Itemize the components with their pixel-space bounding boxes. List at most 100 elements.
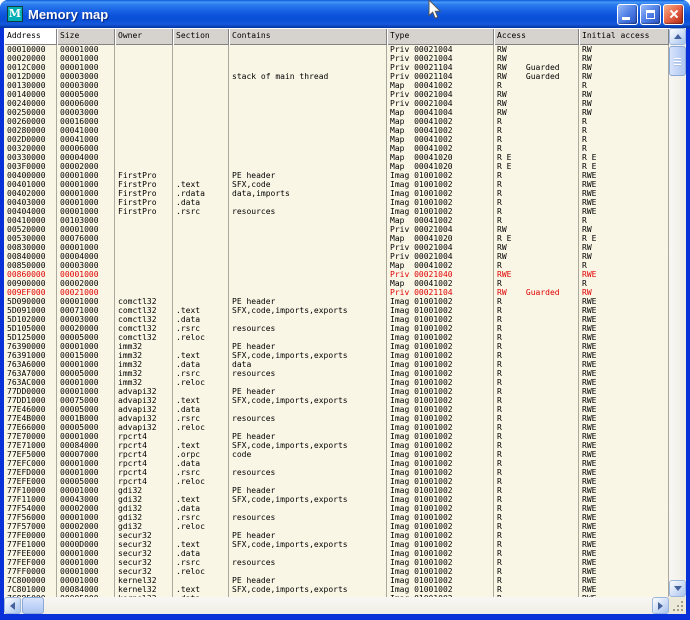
scroll-down-button[interactable] <box>669 580 686 597</box>
table-row[interactable]: 0040400000001000FirstPro.rsrcresourcesIm… <box>4 207 669 216</box>
column-header-initial_access[interactable]: Initial access <box>579 28 669 45</box>
horizontal-scrollbar[interactable] <box>4 597 669 614</box>
table-row[interactable]: 0040100000001000FirstPro.textSFX,codeIma… <box>4 180 669 189</box>
cell-section: .data <box>173 315 229 324</box>
table-row[interactable]: 0014000000005000Priv 00021004RWRW <box>4 90 669 99</box>
table-row[interactable]: 0053000000076000Map 00041020R ER E <box>4 234 669 243</box>
column-header-access[interactable]: Access <box>494 28 579 45</box>
table-row[interactable]: 77F5600000001000gdi32.rsrcresourcesImag … <box>4 513 669 522</box>
table-row[interactable]: 77EFE00000005000rpcrt4.relocImag 0100100… <box>4 477 669 486</box>
column-header-row: AddressSizeOwnerSectionContainsTypeAcces… <box>4 28 669 45</box>
table-row[interactable]: 0086000000001000Priv 00021040RWERWE <box>4 270 669 279</box>
table-row[interactable]: 7639000000001000imm32PE headerImag 01001… <box>4 342 669 351</box>
table-row[interactable]: 0084000000004000Priv 00021004RWRW <box>4 252 669 261</box>
table-row[interactable]: 77FEF00000001000secur32.rsrcresourcesIma… <box>4 558 669 567</box>
table-row[interactable]: 0033000000004000Map 00041020R ER E <box>4 153 669 162</box>
table-row[interactable]: 0001000000001000Priv 00021004RWRW <box>4 45 669 54</box>
scroll-up-button[interactable] <box>669 28 686 45</box>
table-row[interactable]: 0040000000001000FirstProPE headerImag 01… <box>4 171 669 180</box>
table-row[interactable]: 002D000000041000Map 00041002RR <box>4 135 669 144</box>
cell-contains <box>229 234 387 243</box>
table-row[interactable]: 0083000000001000Priv 00021004RWRW <box>4 243 669 252</box>
cell-size: 00002000 <box>57 162 115 171</box>
table-row[interactable]: 77FEE00000001000secur32.dataImag 0100100… <box>4 549 669 558</box>
table-row[interactable]: 77EFD00000001000rpcrt4.rsrcresourcesImag… <box>4 468 669 477</box>
table-row[interactable]: 77E4600000005000advapi32.dataImag 010010… <box>4 405 669 414</box>
table-row[interactable]: 0028000000041000Map 00041002RR <box>4 126 669 135</box>
resize-grip[interactable] <box>669 597 686 614</box>
table-row[interactable]: 0041000000103000Map 00041002RR <box>4 216 669 225</box>
table-row[interactable]: 0025000000003000Map 00041004RWRW <box>4 108 669 117</box>
table-row[interactable]: 763A700000005000imm32.rsrcresourcesImag … <box>4 369 669 378</box>
cell-type: Imag 01001002 <box>387 513 494 522</box>
cell-initial_access: RWE <box>579 441 669 450</box>
table-row[interactable]: 0040200000001000FirstPro.rdatadata,impor… <box>4 189 669 198</box>
cell-size: 00001000 <box>57 180 115 189</box>
cell-owner: secur32 <box>115 549 173 558</box>
cell-access: R <box>494 468 579 477</box>
table-row[interactable]: 77F1100000043000gdi32.textSFX,code,impor… <box>4 495 669 504</box>
table-row[interactable]: 0013000000003000Map 00041002RR <box>4 81 669 90</box>
cell-initial_access: RW <box>579 54 669 63</box>
table-row[interactable]: 0032000000006000Map 00041002RR <box>4 144 669 153</box>
column-header-type[interactable]: Type <box>387 28 494 45</box>
table-row[interactable]: 763A600000001000imm32.datadataImag 01001… <box>4 360 669 369</box>
table-row[interactable]: 77DD100000075000advapi32.textSFX,code,im… <box>4 396 669 405</box>
column-header-owner[interactable]: Owner <box>115 28 173 45</box>
vertical-scroll-thumb[interactable] <box>669 46 686 76</box>
table-row[interactable]: 7C80000000001000kernel32PE headerImag 01… <box>4 576 669 585</box>
table-row[interactable]: 0090000000002000Map 00041002RR <box>4 279 669 288</box>
table-row[interactable]: 77EF500000007000rpcrt4.orpccodeImag 0100… <box>4 450 669 459</box>
column-header-section[interactable]: Section <box>173 28 229 45</box>
table-row[interactable]: 77F5700000002000gdi32.relocImag 01001002… <box>4 522 669 531</box>
titlebar[interactable]: M Memory map <box>0 0 690 28</box>
table-row[interactable]: 5D12500000005000comctl32.relocImag 01001… <box>4 333 669 342</box>
table-row[interactable]: 77FE000000001000secur32PE headerImag 010… <box>4 531 669 540</box>
table-row[interactable]: 77F1000000001000gdi32PE headerImag 01001… <box>4 486 669 495</box>
cell-type: Imag 01001002 <box>387 324 494 333</box>
chevron-right-icon <box>658 602 663 610</box>
horizontal-scroll-thumb[interactable] <box>22 597 44 614</box>
table-row[interactable]: 009EF00000021000Priv 00021104RW GuardedR… <box>4 288 669 297</box>
table-row[interactable]: 0002000000001000Priv 00021004RWRW <box>4 54 669 63</box>
table-row[interactable]: 77E7000000001000rpcrt4PE headerImag 0100… <box>4 432 669 441</box>
column-header-contains[interactable]: Contains <box>229 28 387 45</box>
table-row[interactable]: 003F000000002000Map 00041020R ER E <box>4 162 669 171</box>
table-row[interactable]: 0040300000001000FirstPro.dataImag 010010… <box>4 198 669 207</box>
table-row[interactable]: 5D09100000071000comctl32.textSFX,code,im… <box>4 306 669 315</box>
scroll-left-button[interactable] <box>4 597 21 614</box>
table-row[interactable]: 77DD000000001000advapi32PE headerImag 01… <box>4 387 669 396</box>
table-row[interactable]: 77E7100000084000rpcrt4.textSFX,code,impo… <box>4 441 669 450</box>
table-row[interactable]: 77EFC00000001000rpcrt4.dataImag 01001002… <box>4 459 669 468</box>
table-row[interactable]: 0024000000006000Priv 00021004RWRW <box>4 99 669 108</box>
cell-address: 77FEE000 <box>4 549 57 558</box>
table-row[interactable]: 77FF000000001000secur32.relocImag 010010… <box>4 567 669 576</box>
cell-type: Imag 01001002 <box>387 432 494 441</box>
table-row[interactable]: 77E6600000005000advapi32.relocImag 01001… <box>4 423 669 432</box>
column-header-size[interactable]: Size <box>57 28 115 45</box>
table-row[interactable]: 0085000000003000Map 00041002RR <box>4 261 669 270</box>
maximize-button[interactable] <box>640 4 661 25</box>
close-button[interactable] <box>663 4 684 25</box>
column-header-address[interactable]: Address <box>4 28 57 45</box>
table-row[interactable]: 77E4B0000001B000advapi32.rsrcresourcesIm… <box>4 414 669 423</box>
table-row[interactable]: 5D09000000001000comctl32PE headerImag 01… <box>4 297 669 306</box>
table-row[interactable]: 763AC00000001000imm32.relocImag 01001002… <box>4 378 669 387</box>
table-row[interactable]: 77F5400000002000gdi32.dataImag 01001002R… <box>4 504 669 513</box>
table-row[interactable]: 0012C00000001000Priv 00021104RW GuardedR… <box>4 63 669 72</box>
cell-owner: advapi32 <box>115 423 173 432</box>
table-row[interactable]: 7639100000015000imm32.textSFX,code,impor… <box>4 351 669 360</box>
table-row[interactable]: 0026000000016000Map 00041002RR <box>4 117 669 126</box>
table-row[interactable]: 7C80100000084000kernel32.textSFX,code,im… <box>4 585 669 594</box>
scroll-right-button[interactable] <box>652 597 669 614</box>
cell-type: Imag 01001002 <box>387 522 494 531</box>
table-row[interactable]: 5D10500000020000comctl32.rsrcresourcesIm… <box>4 324 669 333</box>
cell-size: 00002000 <box>57 279 115 288</box>
cell-section: .text <box>173 306 229 315</box>
minimize-button[interactable] <box>617 4 638 25</box>
table-row[interactable]: 0052000000001000Priv 00021004RWRW <box>4 225 669 234</box>
vertical-scrollbar[interactable] <box>669 28 686 597</box>
table-row[interactable]: 0012D00000003000stack of main threadPriv… <box>4 72 669 81</box>
table-row[interactable]: 5D10200000003000comctl32.dataImag 010010… <box>4 315 669 324</box>
table-row[interactable]: 77FE10000000D000secur32.textSFX,code,imp… <box>4 540 669 549</box>
